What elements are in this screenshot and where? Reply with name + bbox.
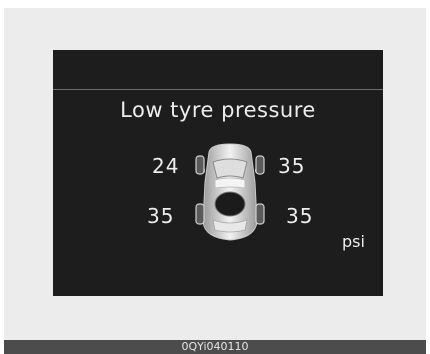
pressure-unit: psi xyxy=(342,232,365,251)
tyre-pressure-front-right: 35 xyxy=(278,154,306,178)
tyre-pressure-rear-left: 35 xyxy=(147,204,175,228)
display-top-band xyxy=(53,50,383,90)
image-caption: 0QYi040110 xyxy=(4,340,426,354)
warning-title: Low tyre pressure xyxy=(120,98,316,122)
car-top-view-icon xyxy=(195,143,265,241)
tyre-pressure-rear-right: 35 xyxy=(286,204,314,228)
tyre-pressure-front-left: 24 xyxy=(152,154,180,178)
